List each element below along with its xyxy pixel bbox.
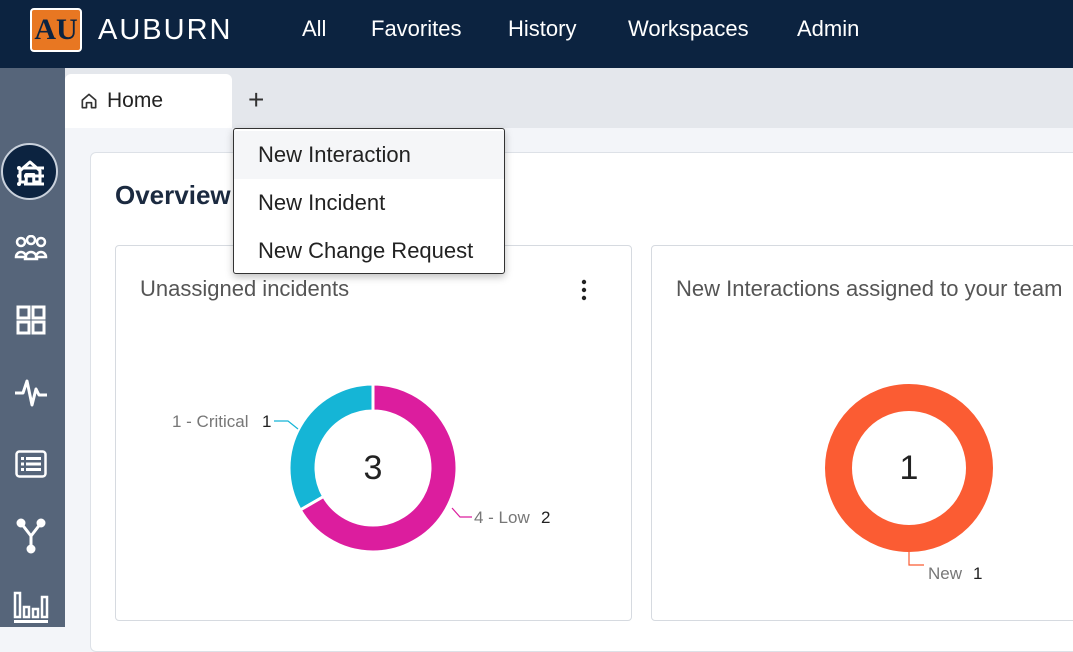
menu-item-new-incident[interactable]: New Incident xyxy=(234,179,504,227)
nav-workspaces[interactable]: Workspaces xyxy=(628,16,749,42)
logo-mark: AU xyxy=(30,8,82,52)
home-icon xyxy=(81,93,97,109)
sidebar-list-button[interactable] xyxy=(11,156,51,196)
nav-favorites[interactable]: Favorites xyxy=(371,16,461,42)
nav-admin[interactable]: Admin xyxy=(797,16,859,42)
nav-all[interactable]: All xyxy=(302,16,326,42)
nav-history[interactable]: History xyxy=(508,16,576,42)
donut-total: 1 xyxy=(900,449,919,487)
donut-total: 3 xyxy=(364,449,383,487)
donut-chart: 1 New 1 xyxy=(825,384,993,583)
label-low: 4 - Low xyxy=(474,508,530,527)
sidebar-report-button[interactable] xyxy=(11,444,51,484)
brand-name: AUBURN xyxy=(98,14,233,46)
sidebar xyxy=(0,68,65,627)
donut-segment-1-critical[interactable] xyxy=(287,382,375,513)
sidebar-analytics-button[interactable] xyxy=(11,588,51,628)
menu-item-new-interaction[interactable]: New Interaction xyxy=(234,131,504,179)
donut-chart: 3 1 - Critical 1 4 - Low 2 xyxy=(172,382,550,554)
top-bar: AU AUBURN All Favorites History Workspac… xyxy=(0,0,1073,68)
analytics-icon xyxy=(13,591,49,623)
menu-item-new-change-request[interactable]: New Change Request xyxy=(234,227,504,275)
workflow-icon xyxy=(16,518,46,554)
activity-icon xyxy=(15,379,47,407)
tab-bar: Home + xyxy=(65,68,1073,128)
value-low: 2 xyxy=(541,508,550,527)
add-tab-button[interactable]: + xyxy=(248,86,264,114)
auburn-logo[interactable]: AU xyxy=(30,8,82,52)
tab-label: Home xyxy=(107,89,164,112)
sidebar-workflow-button[interactable] xyxy=(11,516,51,556)
sidebar-dashboard-button[interactable] xyxy=(11,300,51,340)
sidebar-activity-button[interactable] xyxy=(11,372,51,412)
dashboard-icon xyxy=(16,305,46,335)
list-icon xyxy=(17,166,44,186)
page-title: Overview xyxy=(115,180,231,210)
value-critical: 1 xyxy=(262,412,271,431)
widget-unassigned-incidents: Unassigned incidents 3 1 - Critical 1 4 … xyxy=(115,245,632,621)
sidebar-groups-button[interactable] xyxy=(11,228,51,268)
label-critical: 1 - Critical xyxy=(172,412,249,431)
label-new: New xyxy=(928,564,963,583)
widget-new-interactions: New Interactions assigned to your team 1… xyxy=(651,245,1073,621)
tab-home[interactable]: Home xyxy=(65,74,232,128)
groups-icon xyxy=(14,235,48,261)
report-icon xyxy=(15,450,47,478)
new-item-dropdown: New Interaction New Incident New Change … xyxy=(233,128,505,274)
value-new: 1 xyxy=(973,564,982,583)
